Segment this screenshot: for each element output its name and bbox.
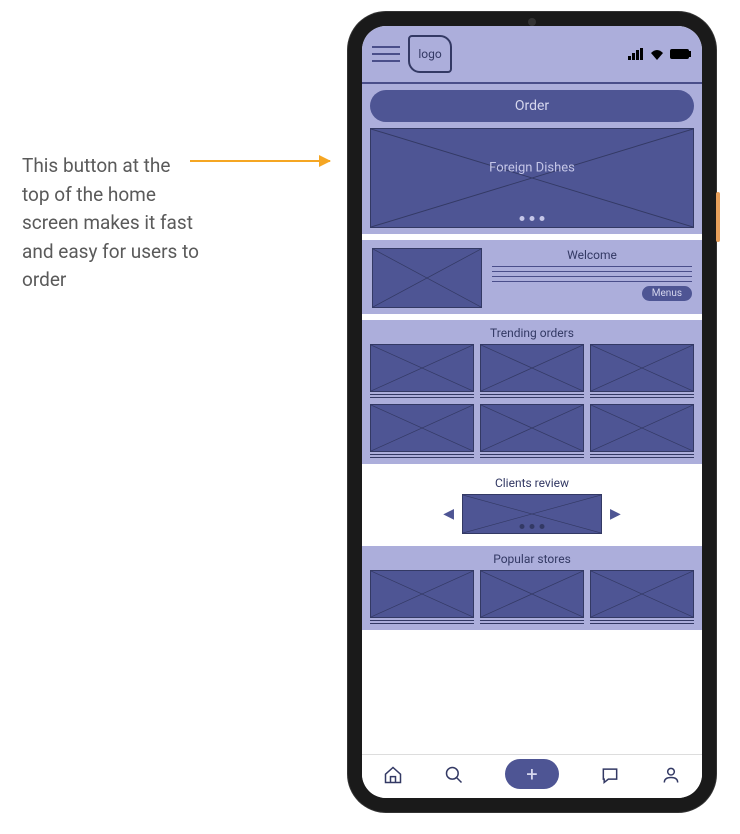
carousel-dots[interactable] [520, 216, 545, 221]
trending-card[interactable] [480, 404, 584, 458]
text-line [492, 281, 692, 282]
menu-icon[interactable] [372, 46, 400, 62]
welcome-text-block: Welcome Menus [492, 248, 692, 301]
search-icon[interactable] [444, 765, 464, 789]
screen: logo Order Foreign Dishes [362, 26, 702, 798]
annotation-text: This button at the top of the home scree… [22, 152, 202, 295]
text-line [492, 276, 692, 277]
hero-banner[interactable]: Foreign Dishes [370, 128, 694, 228]
welcome-image [372, 248, 482, 308]
signal-icon [628, 48, 644, 60]
reviews-title: Clients review [370, 476, 694, 490]
profile-icon[interactable] [661, 765, 681, 789]
reviews-section: Clients review ◀ ▶ [362, 470, 702, 540]
chat-icon[interactable] [600, 765, 620, 789]
logo[interactable]: logo [408, 35, 452, 73]
annotation-arrow [190, 160, 330, 162]
store-card[interactable] [480, 570, 584, 624]
text-line [492, 266, 692, 267]
status-icons [628, 48, 692, 60]
trending-section: Trending orders [362, 320, 702, 464]
welcome-title: Welcome [567, 248, 617, 262]
popular-section: Popular stores [362, 546, 702, 630]
chevron-left-icon[interactable]: ◀ [443, 506, 454, 522]
popular-title: Popular stores [370, 552, 694, 566]
review-card[interactable] [462, 494, 602, 534]
home-icon[interactable] [383, 765, 403, 789]
review-dots[interactable] [520, 524, 545, 529]
bottom-nav: + [362, 754, 702, 798]
chevron-right-icon[interactable]: ▶ [610, 506, 621, 522]
trending-card[interactable] [480, 344, 584, 398]
content-area: Order Foreign Dishes Welcome [362, 84, 702, 754]
order-section: Order Foreign Dishes [362, 84, 702, 234]
store-card[interactable] [590, 570, 694, 624]
welcome-section: Welcome Menus [362, 240, 702, 314]
text-line [492, 271, 692, 272]
trending-card[interactable] [590, 404, 694, 458]
trending-card[interactable] [370, 344, 474, 398]
trending-title: Trending orders [370, 326, 694, 340]
app-header: logo [362, 26, 702, 84]
menus-button[interactable]: Menus [642, 286, 692, 301]
store-card[interactable] [370, 570, 474, 624]
wifi-icon [649, 48, 665, 60]
order-button[interactable]: Order [370, 90, 694, 122]
battery-icon [670, 48, 692, 60]
phone-frame: logo Order Foreign Dishes [348, 12, 716, 812]
trending-card[interactable] [590, 344, 694, 398]
hero-label: Foreign Dishes [489, 161, 575, 176]
trending-card[interactable] [370, 404, 474, 458]
add-button[interactable]: + [505, 759, 559, 789]
